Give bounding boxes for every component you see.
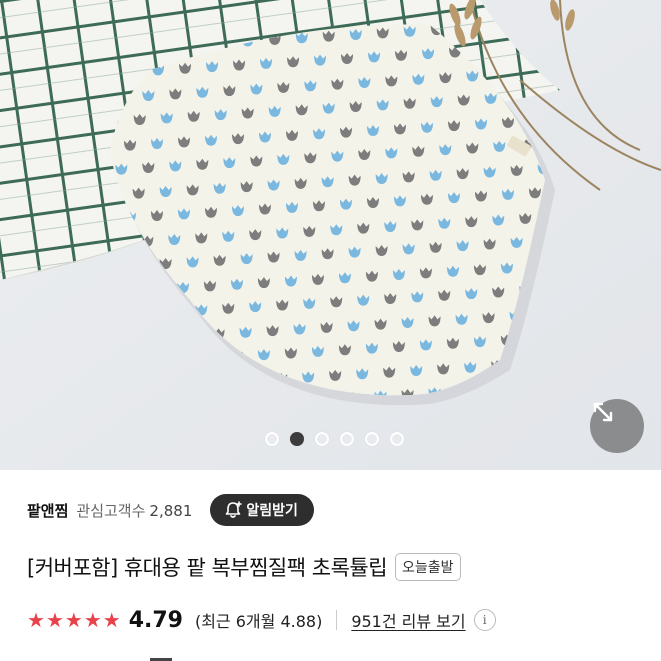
star-rating: ★ ★ ★ ★ ★ (27, 610, 121, 630)
carousel-dot[interactable] (390, 432, 404, 446)
shipping-badge: 오늘출발 (395, 553, 461, 581)
followers-info: 관심고객수 2,881 (76, 500, 192, 521)
carousel-dot[interactable] (290, 432, 304, 446)
carousel-dot[interactable] (365, 432, 379, 446)
store-name[interactable]: 팥앤찜 (27, 500, 68, 521)
store-row: 팥앤찜 관심고객수 2,881 알림받기 (27, 494, 314, 526)
next-section-partial (150, 652, 190, 661)
alarm-button-label: 알림받기 (246, 503, 298, 519)
star-icon: ★ (45, 608, 64, 632)
carousel-pagination (0, 432, 661, 446)
expand-arrows-icon (593, 402, 613, 422)
carousel-dot[interactable] (340, 432, 354, 446)
product-photo (0, 0, 661, 470)
reviews-link[interactable]: 951건 리뷰 보기 (351, 608, 465, 632)
divider (336, 610, 338, 630)
star-icon: ★ (102, 608, 121, 632)
star-icon: ★ (64, 608, 83, 632)
star-icon: ★ (27, 608, 45, 632)
bell-plus-icon (226, 501, 243, 518)
carousel-dot[interactable] (315, 432, 329, 446)
product-title: [커버포함] 휴대용 팥 복부찜질팩 초록튤립 (27, 556, 388, 580)
followers-count: 2,881 (149, 501, 193, 520)
rating-row: ★ ★ ★ ★ ★ 4.79 (최근 6개월 4.88) 951건 리뷰 보기 i (27, 606, 496, 634)
recent-rating: (최근 6개월 4.88) (194, 612, 323, 631)
product-image-carousel[interactable] (0, 0, 661, 470)
followers-label: 관심고객수 (76, 501, 146, 520)
product-title-row: [커버포함] 휴대용 팥 복부찜질팩 초록튤립 오늘출발 (27, 552, 461, 582)
star-icon: ★ (83, 608, 102, 632)
expand-button[interactable] (590, 399, 644, 453)
rating-score: 4.79 (128, 607, 183, 633)
carousel-dot[interactable] (265, 432, 279, 446)
alarm-button[interactable]: 알림받기 (210, 494, 314, 526)
info-icon[interactable]: i (473, 609, 496, 631)
